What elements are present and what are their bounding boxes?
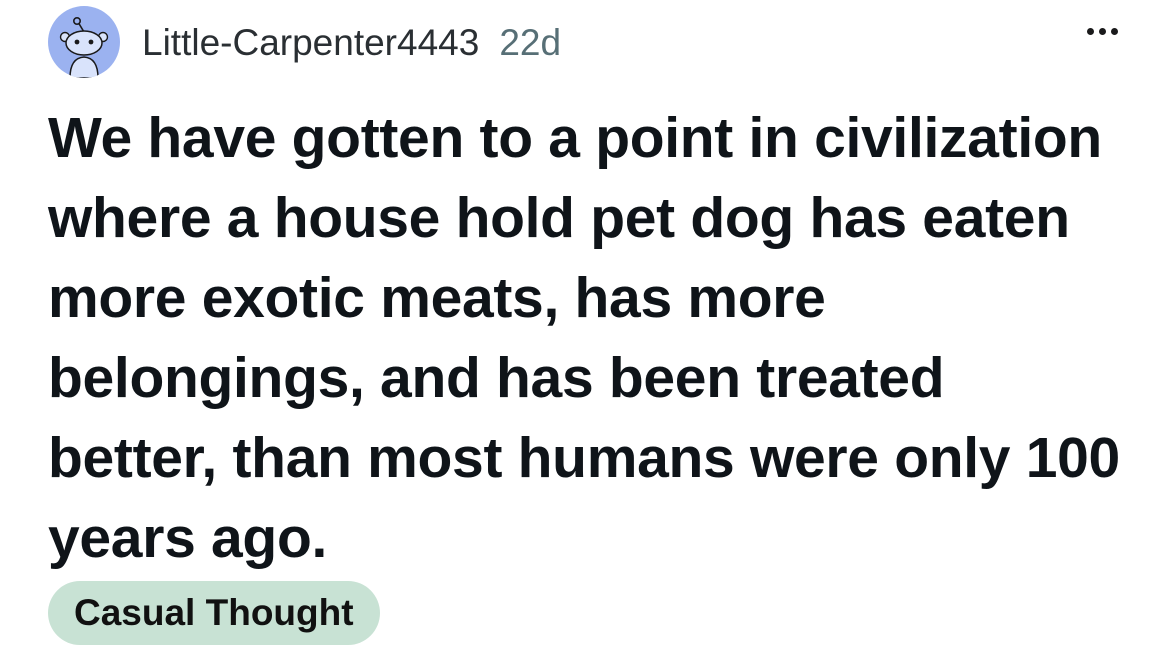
- author-username[interactable]: Little-Carpenter4443: [142, 24, 479, 61]
- more-dot: [1111, 28, 1118, 35]
- post-age: 22d: [499, 21, 562, 63]
- post-flair[interactable]: Casual Thought: [48, 581, 380, 645]
- more-dot: [1099, 28, 1106, 35]
- post-title[interactable]: We have gotten to a point in civilizatio…: [48, 98, 1128, 578]
- post-card: Little-Carpenter4443 22d We have gotten …: [0, 0, 1170, 666]
- post-meta: Little-Carpenter4443 22d: [142, 24, 561, 61]
- reddit-snoo-avatar-icon[interactable]: [48, 6, 120, 78]
- more-dot: [1087, 28, 1094, 35]
- post-header: Little-Carpenter4443 22d: [48, 6, 561, 78]
- more-options-icon[interactable]: [1087, 28, 1118, 35]
